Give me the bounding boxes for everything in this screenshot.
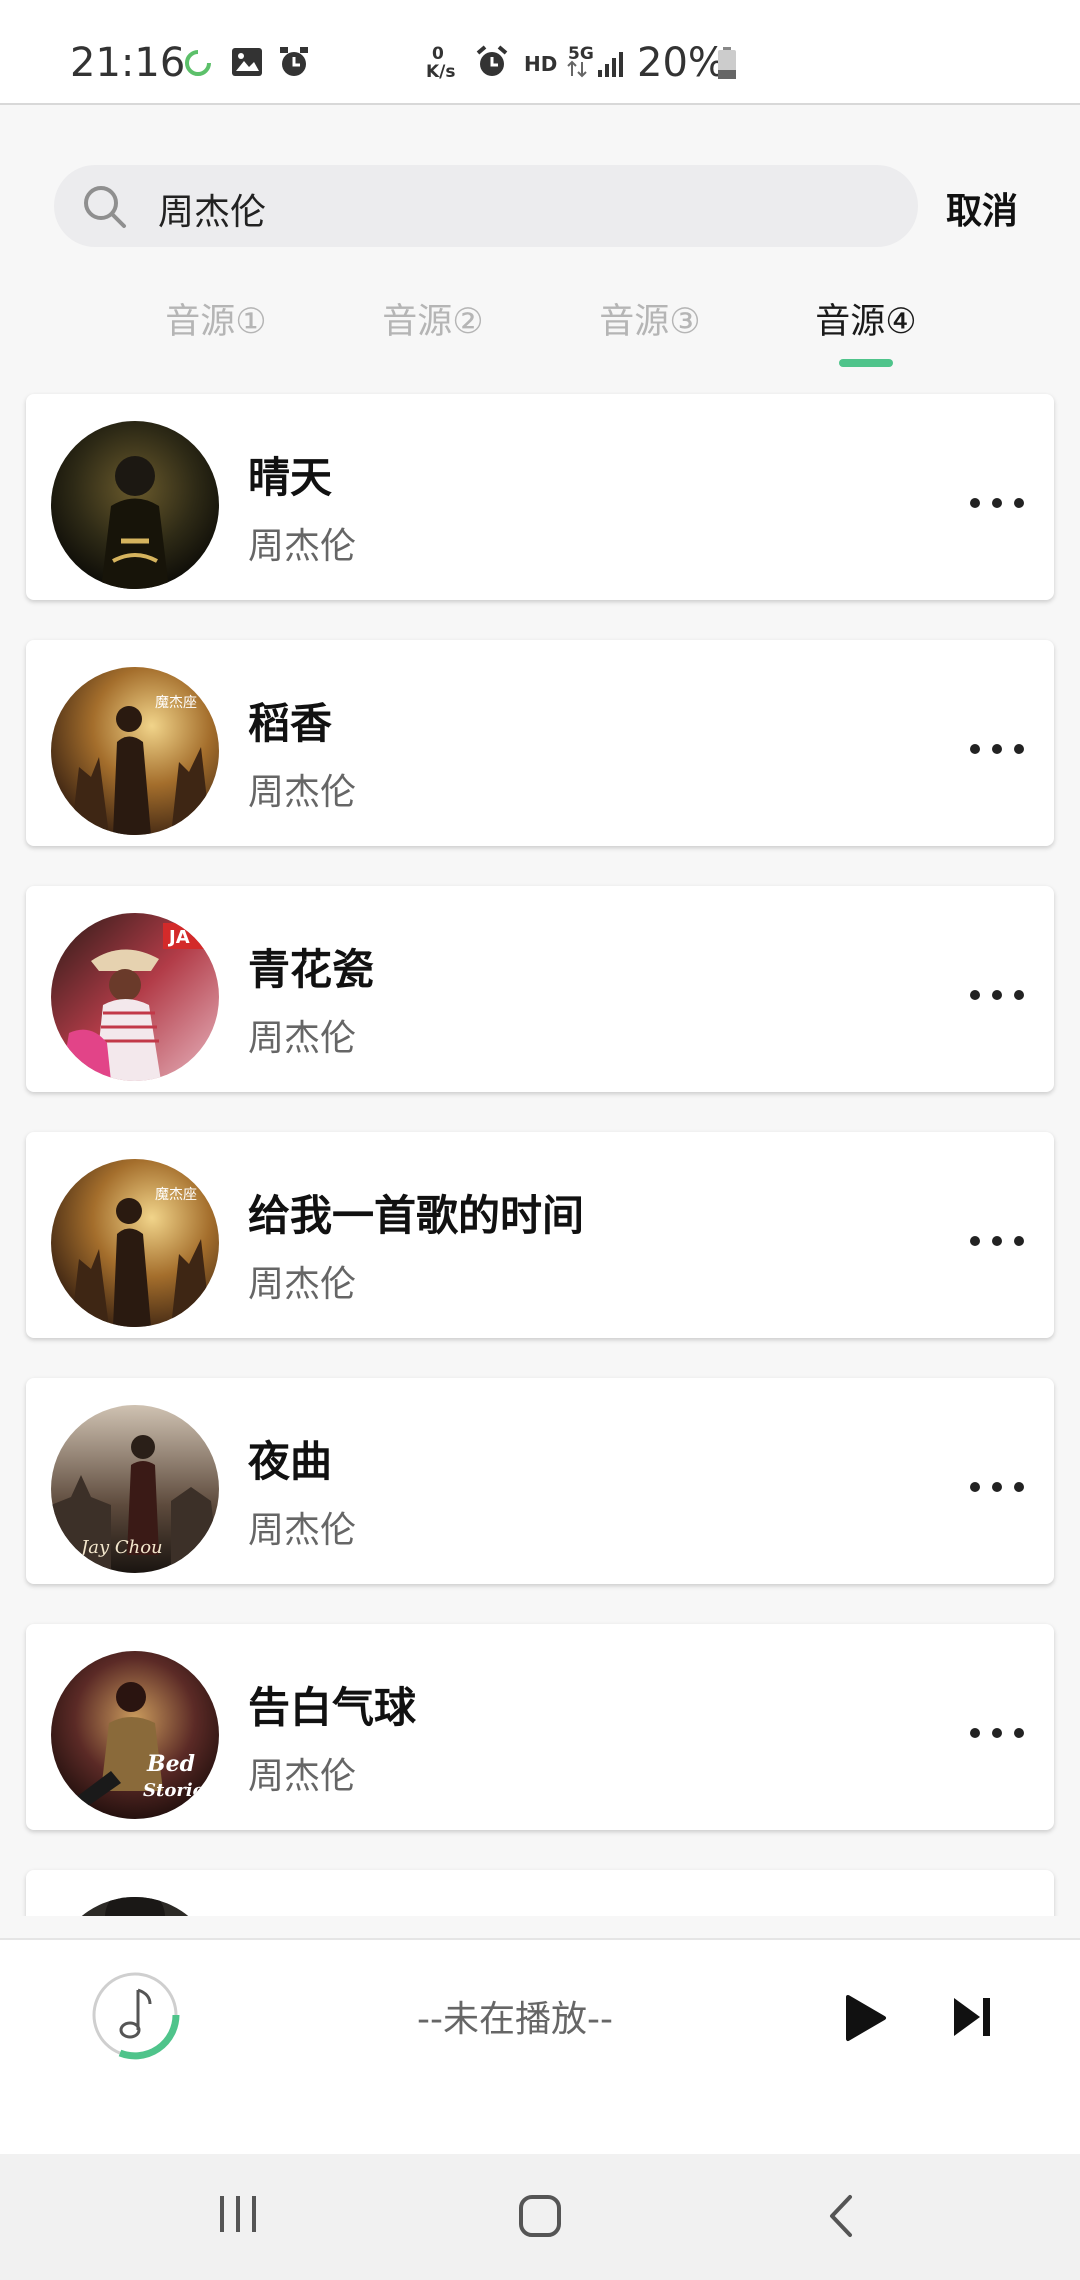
album-cover: JA [51, 913, 219, 1081]
home-icon[interactable] [518, 2194, 562, 2238]
data-arrows-icon [567, 60, 587, 78]
back-icon[interactable] [826, 2194, 856, 2238]
signal-icon [598, 52, 623, 77]
song-artist: 周杰伦 [248, 1018, 357, 1059]
net-speed-unit: K/s [426, 62, 456, 82]
album-cover: 魔杰座 [51, 1159, 219, 1327]
svg-text:Jay Chou: Jay Chou [77, 1537, 163, 1558]
svg-text:JA: JA [167, 927, 190, 948]
tab-source-1[interactable]: 音源① [141, 293, 291, 344]
song-item[interactable]: Bed Stories 告白气球 周杰伦 [26, 1624, 1054, 1830]
song-title: 稻香 [248, 699, 333, 748]
play-icon[interactable] [844, 1993, 888, 2043]
song-artist: 周杰伦 [248, 1756, 357, 1797]
svg-text:Stories: Stories [143, 1780, 214, 1801]
more-icon[interactable] [970, 1480, 1024, 1494]
song-title: 晴天 [248, 453, 333, 502]
more-icon[interactable] [970, 1726, 1024, 1740]
system-nav-bar [0, 2154, 1080, 2280]
song-item[interactable]: 晴天 周杰伦 [26, 394, 1054, 600]
svg-text:魔杰座: 魔杰座 [155, 1187, 197, 1203]
song-artist: 周杰伦 [248, 1510, 357, 1551]
song-title: 夜曲 [248, 1437, 333, 1486]
album-cover: Bed Stories [51, 1651, 219, 1819]
recents-icon[interactable] [216, 2194, 260, 2234]
song-title: 告白气球 [248, 1683, 417, 1732]
refresh-icon [185, 50, 211, 76]
svg-text:魔杰座: 魔杰座 [155, 695, 197, 711]
song-item[interactable]: 魔杰座 给我一首歌的时间 周杰伦 [26, 1132, 1054, 1338]
song-title: 给我一首歌的时间 [248, 1191, 585, 1240]
status-bar: 21:16 0 K/s HD 5G 20% [0, 0, 1080, 105]
song-item[interactable]: JA 青花瓷 周杰伦 [26, 886, 1054, 1092]
hd-indicator: HD [524, 52, 558, 76]
song-artist: 周杰伦 [248, 1264, 357, 1305]
album-cover: 魔杰座 [51, 667, 219, 835]
alarm-clock-icon [476, 45, 508, 76]
net-speed-value: 0 [432, 44, 444, 64]
search-icon [84, 186, 126, 228]
search-input[interactable]: 周杰伦 [158, 183, 266, 235]
song-item[interactable]: Jay Chou 夜曲 周杰伦 [26, 1378, 1054, 1584]
tab-source-2[interactable]: 音源② [358, 293, 508, 344]
album-cover: Jay Chou [51, 1405, 219, 1573]
status-time: 21:16 [70, 40, 186, 86]
song-artist: 周杰伦 [248, 526, 357, 567]
mini-player[interactable]: --未在播放-- [0, 1938, 1080, 2156]
tab-source-4[interactable]: 音源④ [791, 293, 941, 344]
more-icon[interactable] [970, 988, 1024, 1002]
search-bar[interactable]: 周杰伦 [54, 165, 918, 247]
song-list[interactable]: 晴天 周杰伦 魔杰座 稻香 周杰伦 JA 青花瓷 周杰伦 魔杰座 给我一首歌的时… [0, 392, 1080, 1916]
image-icon [232, 48, 262, 76]
song-title: 青花瓷 [248, 945, 375, 994]
song-item[interactable]: 魔杰座 稻香 周杰伦 [26, 640, 1054, 846]
album-cover [51, 1897, 219, 1916]
battery-icon [718, 47, 736, 79]
alarm-icon [280, 47, 308, 76]
battery-percent: 20% [637, 40, 726, 86]
album-cover [51, 421, 219, 589]
more-icon[interactable] [970, 742, 1024, 756]
tab-source-3[interactable]: 音源③ [575, 293, 725, 344]
song-artist: 周杰伦 [248, 772, 357, 813]
tab-indicator [839, 359, 893, 367]
skip-next-icon[interactable] [951, 1995, 993, 2039]
more-icon[interactable] [970, 496, 1024, 510]
svg-text:Bed: Bed [146, 1751, 195, 1777]
song-item[interactable] [26, 1870, 1054, 1916]
cancel-button[interactable]: 取消 [946, 182, 1018, 234]
more-icon[interactable] [970, 1234, 1024, 1248]
